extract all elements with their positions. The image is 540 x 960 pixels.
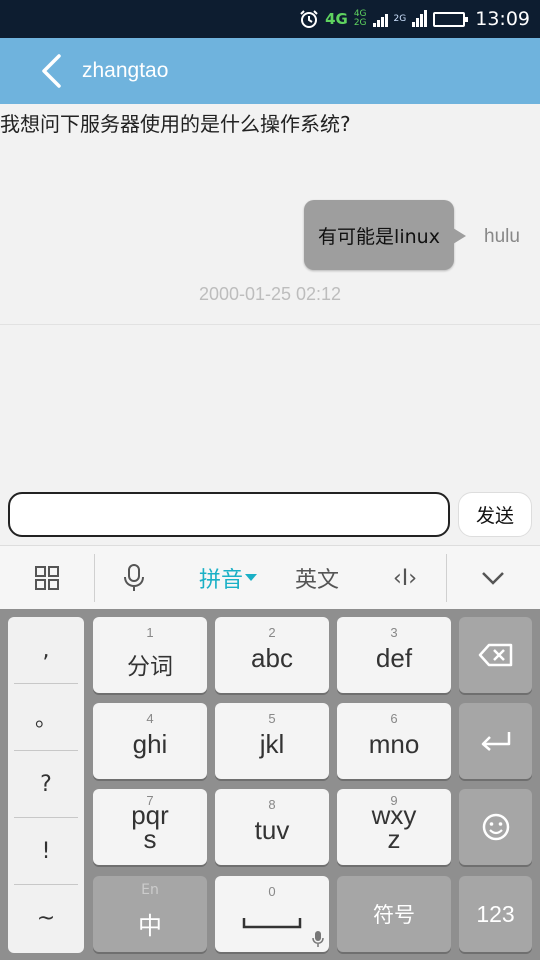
key-number: 0 <box>268 884 276 899</box>
incoming-message: 我想问下服务器使用的是什么操作系统? <box>0 112 351 136</box>
grid-icon <box>35 566 59 590</box>
chevron-down-icon <box>482 572 504 585</box>
status-icons: 4G 4G 2G 2G 13:09 <box>299 0 530 38</box>
key-4[interactable]: 4 ghi <box>93 703 207 779</box>
pinyin-mode-button[interactable]: 拼音 <box>188 546 268 610</box>
voice-input-button[interactable] <box>100 546 168 610</box>
message-input[interactable] <box>8 492 450 537</box>
key-8[interactable]: 8 tuv <box>215 789 329 865</box>
network-4g-label: 4G <box>325 10 348 28</box>
symbols-key[interactable]: 符号 <box>337 876 451 952</box>
status-time: 13:09 <box>475 8 530 30</box>
key-7[interactable]: 7 pqr s <box>93 789 207 865</box>
network-dual-label: 4G 2G <box>354 10 367 28</box>
chat-header: zhangtao <box>0 38 540 104</box>
key-label: tuv <box>254 815 290 845</box>
key-number: 2 <box>268 625 276 640</box>
key-3[interactable]: 3 def <box>337 617 451 693</box>
backspace-icon <box>478 643 512 667</box>
key-9[interactable]: 9 wxy z <box>337 789 451 865</box>
key-label: 分词 <box>127 653 173 679</box>
back-button[interactable] <box>24 38 78 104</box>
signal-icon <box>372 11 388 27</box>
punctuation-column: , 。 ? ! ~ <box>8 617 84 953</box>
send-button[interactable]: 发送 <box>458 492 532 537</box>
dropdown-icon <box>245 574 257 581</box>
key-number: 5 <box>268 711 276 726</box>
microphone-icon <box>124 564 144 591</box>
punct-key-exclaim[interactable]: ! <box>14 818 78 885</box>
key-label: jkl <box>259 729 285 759</box>
keyboard-toolbar: 拼音 英文 ‹I› <box>0 545 540 609</box>
pinyin-label: 拼音 <box>198 568 243 593</box>
key-1[interactable]: 1 分词 <box>93 617 207 693</box>
emoji-key[interactable] <box>459 789 532 865</box>
english-label: 英文 <box>294 568 339 593</box>
key-label: 符号 <box>373 903 415 927</box>
english-mode-button[interactable]: 英文 <box>280 546 354 610</box>
key-2[interactable]: 2 abc <box>215 617 329 693</box>
key-label: 123 <box>476 900 515 927</box>
hide-keyboard-button[interactable] <box>456 546 530 610</box>
key-6[interactable]: 6 mno <box>337 703 451 779</box>
cursor-icon: ‹I› <box>392 565 418 591</box>
backspace-key[interactable] <box>459 617 532 693</box>
key-number: 1 <box>146 625 154 640</box>
chinese-english-toggle-key[interactable]: En 中 <box>93 876 207 952</box>
toolbar-separator-2 <box>446 554 447 602</box>
cursor-mode-button[interactable]: ‹I› <box>370 546 440 610</box>
signal-icon-2 <box>412 10 428 27</box>
key-label: ghi <box>132 729 168 759</box>
toolbar-separator <box>94 554 95 602</box>
status-bar: 4G 4G 2G 2G 13:09 <box>0 0 540 38</box>
network-secondary-bottom: 2G <box>353 18 367 28</box>
back-arrow-icon <box>42 54 61 88</box>
microphone-icon <box>312 931 324 947</box>
key-label: wxy z <box>371 800 417 854</box>
reply-sender: hulu <box>484 226 520 247</box>
smiley-icon <box>482 813 509 841</box>
punct-key-question[interactable]: ? <box>14 751 78 818</box>
key-number: 4 <box>146 711 154 726</box>
key-label: abc <box>251 643 293 673</box>
key-label: 中 <box>138 912 162 940</box>
enter-key[interactable] <box>459 703 532 779</box>
punct-key-period[interactable]: 。 <box>14 684 78 751</box>
punct-key-tilde[interactable]: ~ <box>14 885 78 952</box>
divider <box>0 324 540 325</box>
key-number: 3 <box>390 625 398 640</box>
numbers-key[interactable]: 123 <box>459 876 532 952</box>
keyboard: , 。 ? ! ~ 1 分词 2 abc 3 def 4 ghi 5 jkl 6… <box>0 609 540 960</box>
key-number: 8 <box>268 797 276 812</box>
alarm-icon <box>300 10 318 28</box>
space-key[interactable]: 0 <box>215 876 329 952</box>
key-sub-label: En <box>141 882 159 898</box>
reply-text: 有可能是linux <box>318 225 440 248</box>
key-label: mno <box>368 729 420 759</box>
key-number: 6 <box>390 711 398 726</box>
chat-title: zhangtao <box>82 59 169 82</box>
key-label: def <box>375 643 413 673</box>
key-label: pqr s <box>131 800 169 854</box>
key-5[interactable]: 5 jkl <box>215 703 329 779</box>
network-2g-label: 2G <box>393 13 407 24</box>
enter-icon <box>481 732 510 751</box>
keyboard-menu-button[interactable] <box>12 546 82 610</box>
message-timestamp: 2000-01-25 02:12 <box>198 284 342 304</box>
reply-bubble: 有可能是linux <box>304 200 466 270</box>
battery-icon <box>433 11 469 27</box>
space-bar-icon <box>242 918 302 929</box>
punct-key-comma[interactable]: , <box>14 617 78 684</box>
